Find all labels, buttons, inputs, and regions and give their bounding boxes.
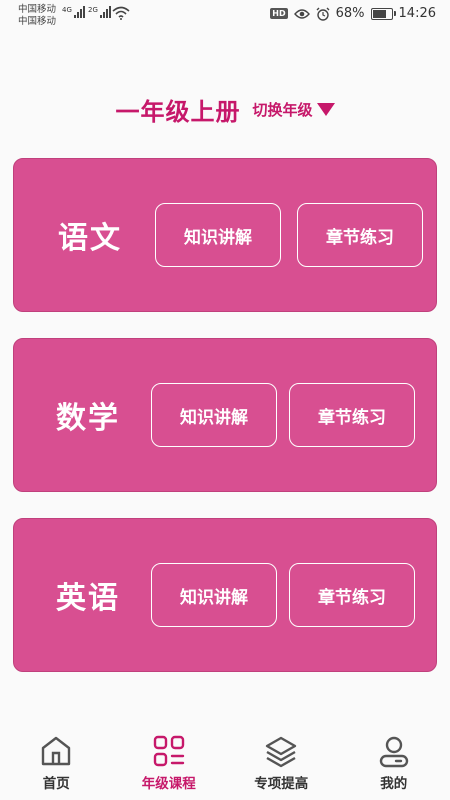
nav-item-grade-courses[interactable]: 年级课程 [113,730,226,800]
nav-item-home[interactable]: 首页 [0,730,113,800]
nav-item-mine[interactable]: 我的 [338,730,450,800]
status-bar: 中国移动 中国移动 4G 2G HD 68% 14:26 [0,0,450,30]
battery-percent: 68% [335,6,365,21]
knowledge-button[interactable]: 知识讲解 [151,563,277,627]
grid-list-icon [153,735,184,767]
chapter-practice-button[interactable]: 章节练习 [289,383,415,447]
nav-label-home: 首页 [42,776,70,792]
knowledge-button[interactable]: 知识讲解 [151,383,277,447]
subject-card-math: 数学 知识讲解 章节练习 [13,338,437,492]
carrier-1: 中国移动 [18,4,57,15]
signal-1-tag: 4G [62,6,72,14]
wifi-icon [112,6,130,20]
nav-label-special-improve: 专项提高 [254,776,309,792]
nav-item-special-improve[interactable]: 专项提高 [225,730,338,800]
grade-header: 一年级上册 切换年级 [0,92,450,127]
battery-icon [370,7,396,20]
knowledge-button[interactable]: 知识讲解 [155,203,281,267]
screen: 中国移动 中国移动 4G 2G HD 68% 14:26 一年级上册 切换年级 … [0,0,450,800]
eye-icon [293,8,310,19]
carrier-2: 中国移动 [18,16,57,27]
subject-card-chinese: 语文 知识讲解 章节练习 [13,158,437,312]
grade-title: 一年级上册 [115,98,241,126]
chapter-practice-button[interactable]: 章节练习 [289,563,415,627]
signal-2-tag: 2G [88,6,98,14]
switch-grade-button[interactable]: 切换年级 [252,99,335,120]
subject-card-english: 英语 知识讲解 章节练习 [13,518,437,672]
nav-label-mine: 我的 [380,776,408,792]
nav-label-grade-courses: 年级课程 [141,776,196,792]
triangle-down-icon [316,103,335,116]
subject-name: 数学 [56,401,120,436]
switch-grade-label: 切换年级 [252,101,313,119]
user-icon [379,736,408,768]
carrier-labels: 中国移动 中国移动 [18,4,56,28]
status-right: HD 68% 14:26 [270,6,436,21]
subject-name: 英语 [56,581,120,616]
chapter-practice-button[interactable]: 章节练习 [297,203,423,267]
bottom-nav: 首页 年级课程 专项提高 我的 [0,730,450,800]
layers-icon [266,736,297,768]
signal-2-icon: 2G [88,6,111,18]
subject-name: 语文 [58,221,122,256]
battery-fill [372,9,387,18]
clock: 14:26 [398,6,436,21]
hd-badge: HD [270,8,288,19]
home-icon [42,736,71,766]
signal-1-icon: 4G [62,6,85,18]
alarm-icon [316,7,330,21]
